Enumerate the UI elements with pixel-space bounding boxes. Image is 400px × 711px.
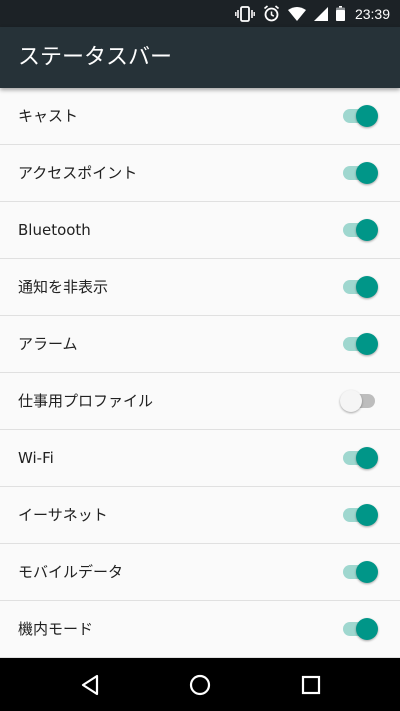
back-button[interactable]: [60, 658, 120, 711]
alarm-icon: [263, 5, 280, 22]
airplane-mode-toggle[interactable]: [340, 618, 378, 640]
setting-row-bluetooth[interactable]: Bluetooth: [0, 202, 400, 259]
setting-label: アクセスポイント: [18, 164, 138, 182]
battery-icon: [335, 6, 345, 21]
back-icon: [80, 674, 100, 696]
setting-row-alarm[interactable]: アラーム: [0, 316, 400, 373]
setting-row-cast[interactable]: キャスト: [0, 88, 400, 145]
setting-row-airplane-mode[interactable]: 機内モード: [0, 601, 400, 658]
home-icon: [189, 674, 211, 696]
setting-row-hotspot[interactable]: アクセスポイント: [0, 145, 400, 202]
do-not-disturb-toggle[interactable]: [340, 276, 378, 298]
toggle-thumb: [356, 105, 378, 127]
toggle-thumb: [356, 162, 378, 184]
setting-label: アラーム: [18, 335, 78, 353]
status-bar: 23:39: [0, 0, 400, 27]
setting-label: 仕事用プロファイル: [18, 392, 154, 410]
cast-toggle[interactable]: [340, 105, 378, 127]
setting-label: Bluetooth: [18, 221, 91, 239]
setting-label: 機内モード: [18, 620, 94, 638]
setting-row-work-profile[interactable]: 仕事用プロファイル: [0, 373, 400, 430]
recents-icon: [301, 675, 321, 695]
toggle-thumb: [356, 447, 378, 469]
toggle-thumb: [340, 390, 362, 412]
app-bar: ステータスバー: [0, 27, 400, 88]
vibrate-icon: [235, 5, 255, 22]
hotspot-toggle[interactable]: [340, 162, 378, 184]
setting-row-do-not-disturb[interactable]: 通知を非表示: [0, 259, 400, 316]
status-icons: 23:39: [235, 0, 390, 27]
toggle-thumb: [356, 219, 378, 241]
wifi-icon: [287, 6, 306, 21]
wifi-toggle[interactable]: [340, 447, 378, 469]
toggle-thumb: [356, 561, 378, 583]
mobile-data-toggle[interactable]: [340, 561, 378, 583]
toggle-thumb: [356, 333, 378, 355]
navigation-bar: [0, 658, 400, 711]
bluetooth-toggle[interactable]: [340, 219, 378, 241]
setting-row-mobile-data[interactable]: モバイルデータ: [0, 544, 400, 601]
toggle-thumb: [356, 276, 378, 298]
toggle-thumb: [356, 504, 378, 526]
setting-row-wifi[interactable]: Wi-Fi: [0, 430, 400, 487]
cell-signal-icon: [313, 6, 328, 21]
setting-label: 通知を非表示: [18, 278, 109, 296]
setting-label: Wi-Fi: [18, 449, 54, 467]
toggle-thumb: [356, 618, 378, 640]
ethernet-toggle[interactable]: [340, 504, 378, 526]
setting-row-ethernet[interactable]: イーサネット: [0, 487, 400, 544]
work-profile-toggle[interactable]: [340, 390, 378, 412]
setting-label: キャスト: [18, 107, 79, 125]
settings-list: キャスト アクセスポイント Bluetooth 通知を非表示 アラーム 仕事用プ…: [0, 88, 400, 658]
alarm-toggle[interactable]: [340, 333, 378, 355]
setting-label: イーサネット: [18, 506, 108, 524]
setting-label: モバイルデータ: [18, 563, 124, 581]
status-clock: 23:39: [354, 5, 390, 22]
recents-button[interactable]: [281, 658, 341, 711]
home-button[interactable]: [170, 658, 230, 711]
page-title: ステータスバー: [18, 45, 173, 70]
